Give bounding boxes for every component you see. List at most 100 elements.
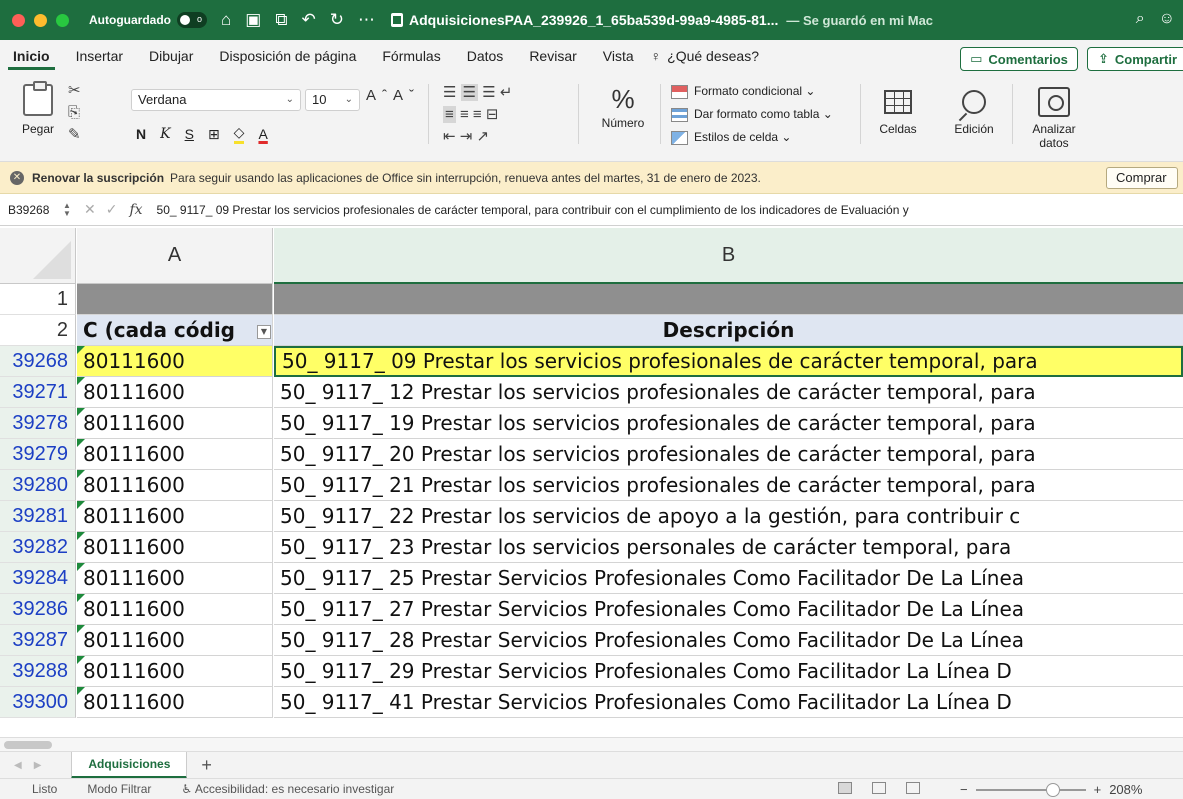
- font-color-icon[interactable]: A: [258, 126, 267, 142]
- analyze-data-button[interactable]: Analizar datos: [1024, 82, 1084, 150]
- cell-code[interactable]: 80111600: [77, 439, 273, 470]
- cell-code[interactable]: 80111600: [77, 625, 273, 656]
- italic-button[interactable]: K: [160, 126, 170, 142]
- share-button[interactable]: ⇪ Compartir: [1087, 47, 1183, 71]
- row-number[interactable]: 2: [0, 315, 76, 346]
- cell-description[interactable]: 50_ 9117_ 29 Prestar Servicios Profesion…: [274, 656, 1183, 687]
- tell-me-search[interactable]: ♀ ¿Qué deseas?: [651, 48, 759, 64]
- zoom-slider-thumb[interactable]: [1045, 782, 1060, 797]
- save-icon[interactable]: ▣: [245, 10, 261, 30]
- format-painter-icon[interactable]: ✎: [68, 124, 81, 146]
- add-sheet-icon[interactable]: +: [201, 755, 212, 776]
- editing-button[interactable]: Edición: [944, 82, 1004, 136]
- next-sheet-icon[interactable]: ▶: [34, 760, 54, 771]
- filter-dropdown-icon[interactable]: ▼: [257, 325, 271, 339]
- cell-description[interactable]: 50_ 9117_ 22 Prestar los servicios de ap…: [274, 501, 1183, 532]
- cut-icon[interactable]: ✂: [68, 80, 81, 102]
- decrease-indent-icon[interactable]: ⇤: [443, 128, 456, 145]
- wrap-text-icon[interactable]: ↵: [500, 84, 513, 101]
- merge-cells-icon[interactable]: ⊟: [486, 106, 499, 123]
- cell-description[interactable]: 50_ 9117_ 23 Prestar los servicios perso…: [274, 532, 1183, 563]
- check-icon[interactable]: ✓: [106, 201, 128, 217]
- decrease-font-icon[interactable]: Aˇ: [393, 87, 420, 104]
- zoom-slider[interactable]: [975, 782, 1086, 797]
- prev-sheet-icon[interactable]: ◀: [14, 760, 34, 771]
- name-box[interactable]: B39268: [0, 203, 60, 217]
- tab-revisar[interactable]: Revisar: [516, 40, 589, 72]
- page-break-view-icon[interactable]: [906, 782, 920, 794]
- history-icon[interactable]: ⧉: [275, 10, 287, 30]
- cell-description[interactable]: 50_ 9117_ 12 Prestar los servicios profe…: [274, 377, 1183, 408]
- search-icon[interactable]: ⌕: [1136, 10, 1145, 28]
- align-top-icon[interactable]: ☰: [443, 84, 456, 101]
- format-as-table-button[interactable]: Dar formato como tabla ⌄: [671, 103, 833, 126]
- column-header-a[interactable]: A: [77, 228, 273, 284]
- horizontal-scrollbar[interactable]: [0, 737, 1183, 751]
- row-number[interactable]: 39300: [0, 687, 76, 718]
- align-center-icon[interactable]: ≡: [460, 106, 469, 123]
- tab-datos[interactable]: Datos: [454, 40, 517, 72]
- increase-font-icon[interactable]: Aˆ: [366, 87, 393, 104]
- insert-function-icon[interactable]: fx: [129, 202, 142, 218]
- tab-insertar[interactable]: Insertar: [63, 40, 136, 72]
- cell[interactable]: [274, 284, 1183, 315]
- name-box-stepper-icon[interactable]: ▲ ▼: [60, 201, 74, 218]
- cell-code[interactable]: 80111600: [77, 377, 273, 408]
- cell-code[interactable]: 80111600: [77, 532, 273, 563]
- align-left-icon[interactable]: ≡: [443, 106, 456, 123]
- zoom-window-button[interactable]: [56, 13, 69, 27]
- zoom-level[interactable]: 208%: [1109, 782, 1142, 797]
- column-header-descripcion[interactable]: Descripción: [274, 315, 1183, 346]
- font-size-select[interactable]: 10 ⌄: [305, 89, 360, 111]
- cell-code[interactable]: 80111600: [77, 470, 273, 501]
- row-number[interactable]: 1: [0, 284, 76, 315]
- cells-button[interactable]: Celdas: [868, 82, 928, 136]
- row-number[interactable]: 39288: [0, 656, 76, 687]
- buy-button[interactable]: Comprar: [1106, 167, 1178, 189]
- page-layout-view-icon[interactable]: [872, 782, 886, 794]
- copy-icon[interactable]: ⎘: [68, 102, 81, 124]
- cell-description[interactable]: 50_ 9117_ 20 Prestar los servicios profe…: [274, 439, 1183, 470]
- align-bottom-icon[interactable]: ☰: [482, 84, 495, 101]
- cell-description[interactable]: 50_ 9117_ 19 Prestar los servicios profe…: [274, 408, 1183, 439]
- cell-description[interactable]: 50_ 9117_ 25 Prestar Servicios Profesion…: [274, 563, 1183, 594]
- cell[interactable]: [77, 284, 273, 315]
- tab-dibujar[interactable]: Dibujar: [136, 40, 206, 72]
- sheet-tab-adquisiciones[interactable]: Adquisiciones: [71, 751, 188, 779]
- more-icon[interactable]: ⋯: [358, 10, 375, 30]
- select-all-corner[interactable]: [0, 228, 76, 284]
- cell-code[interactable]: 80111600: [77, 563, 273, 594]
- conditional-format-button[interactable]: Formato condicional ⌄: [671, 80, 833, 103]
- close-window-button[interactable]: [12, 13, 25, 27]
- font-name-select[interactable]: Verdana ⌄: [131, 89, 301, 111]
- cell-code[interactable]: 80111600: [77, 594, 273, 625]
- row-number[interactable]: 39280: [0, 470, 76, 501]
- align-right-icon[interactable]: ≡: [473, 106, 482, 123]
- undo-icon[interactable]: ↶: [301, 10, 315, 30]
- row-number[interactable]: 39268: [0, 346, 76, 377]
- tab-inicio[interactable]: Inicio: [0, 40, 63, 72]
- zoom-in-icon[interactable]: +: [1094, 782, 1102, 797]
- home-icon[interactable]: ⌂: [221, 10, 231, 30]
- row-number[interactable]: 39284: [0, 563, 76, 594]
- cell-description[interactable]: 50_ 9117_ 21 Prestar los servicios profe…: [274, 470, 1183, 501]
- cell-code[interactable]: 80111600: [77, 656, 273, 687]
- column-header-b[interactable]: B: [274, 228, 1183, 284]
- scrollbar-thumb[interactable]: [4, 741, 52, 749]
- tab-vista[interactable]: Vista: [590, 40, 647, 72]
- number-format-button[interactable]: % Número: [593, 82, 653, 130]
- row-number[interactable]: 39278: [0, 408, 76, 439]
- fill-color-icon[interactable]: ◇: [233, 124, 245, 144]
- cell-description[interactable]: 50_ 9117_ 09 Prestar los servicios profe…: [274, 346, 1183, 377]
- cancel-icon[interactable]: ✕: [84, 201, 106, 217]
- tab-formulas[interactable]: Fórmulas: [369, 40, 453, 72]
- tab-disposicion[interactable]: Disposición de página: [206, 40, 369, 72]
- row-number[interactable]: 39271: [0, 377, 76, 408]
- share-people-icon[interactable]: ☺: [1159, 10, 1175, 28]
- cell-code[interactable]: 80111600: [77, 687, 273, 718]
- cell-description[interactable]: 50_ 9117_ 27 Prestar Servicios Profesion…: [274, 594, 1183, 625]
- cell-styles-button[interactable]: Estilos de celda ⌄: [671, 126, 833, 149]
- underline-button[interactable]: S: [185, 126, 194, 142]
- column-header-codigo[interactable]: C (cada códig ▼: [77, 315, 273, 346]
- row-number[interactable]: 39286: [0, 594, 76, 625]
